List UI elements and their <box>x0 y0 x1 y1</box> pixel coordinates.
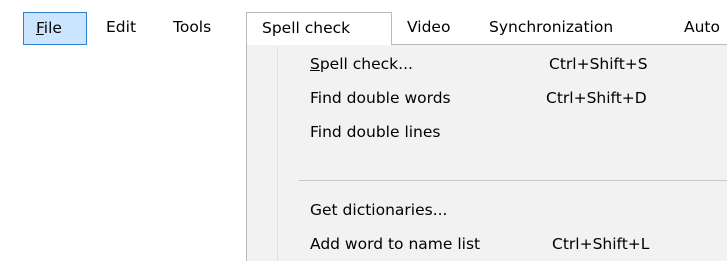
menu-edit[interactable]: Edit <box>106 12 136 44</box>
spell-check-dropdown: Spell check... Ctrl+Shift+S Find double … <box>246 44 727 261</box>
menu-item-get-dictionaries[interactable]: Get dictionaries... <box>247 193 727 227</box>
menu-item-find-double-lines[interactable]: Find double lines <box>247 115 727 149</box>
menu-file[interactable]: File <box>23 12 87 45</box>
menu-item-label: Add word to name list <box>310 235 481 253</box>
app-window: File Edit Tools Spell check Video Synchr… <box>0 0 727 261</box>
menu-item-label: Get dictionaries... <box>310 201 448 219</box>
menu-synchronization[interactable]: Synchronization <box>489 12 613 44</box>
menu-tools[interactable]: Tools <box>173 12 211 44</box>
menu-item-mnemonic: S <box>310 55 320 73</box>
menu-file-mnemonic: F <box>36 19 44 37</box>
menu-spell-check[interactable]: Spell check <box>246 12 392 45</box>
menu-file-label: ile <box>43 19 62 37</box>
menu-separator <box>299 180 727 181</box>
menu-item-label: Find double words <box>310 89 451 107</box>
menu-bar: File Edit Tools Spell check Video Synchr… <box>0 0 727 45</box>
menu-auto[interactable]: Auto <box>684 12 720 44</box>
menu-item-label: Find double lines <box>310 123 441 141</box>
menu-item-shortcut: Ctrl+Shift+S <box>549 55 648 73</box>
menu-item-find-double-words[interactable]: Find double words Ctrl+Shift+D <box>247 81 727 115</box>
menu-item-label-rest: pell check... <box>319 55 413 73</box>
menu-item-shortcut: Ctrl+Shift+D <box>546 89 647 107</box>
menu-item-add-word-to-name-list[interactable]: Add word to name list Ctrl+Shift+L <box>247 227 727 261</box>
menu-item-shortcut: Ctrl+Shift+L <box>552 235 650 253</box>
menu-item-spell-check[interactable]: Spell check... Ctrl+Shift+S <box>247 47 727 81</box>
menu-item-label: Spell check... <box>310 47 413 81</box>
menu-video[interactable]: Video <box>407 12 450 44</box>
